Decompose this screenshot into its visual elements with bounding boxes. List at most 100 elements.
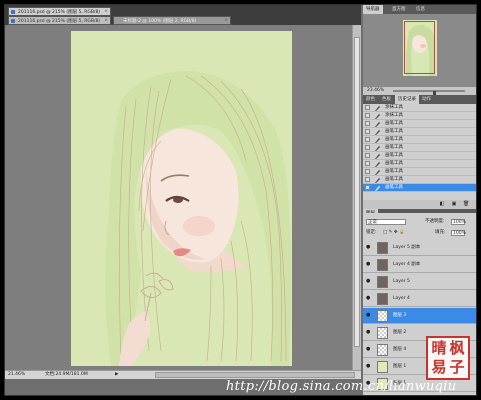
document-tab[interactable]: 201116.psd @ 215% (图层 5, RGB/8) ×	[8, 16, 111, 25]
history-buttons: ◧ ▣ 🗑	[363, 200, 476, 209]
layer-thumbnail	[377, 327, 388, 339]
status-menu-arrow-icon[interactable]: ▶	[115, 371, 118, 379]
layer-thumbnail	[377, 344, 388, 356]
history-source-checkbox[interactable]	[365, 129, 370, 134]
fill-input[interactable]: 100%	[451, 230, 466, 236]
history-item-label: 画笔工具	[385, 185, 403, 190]
history-item[interactable]: 画笔工具	[363, 144, 476, 152]
navigator-zoom-bar: 23.46%	[363, 87, 476, 97]
layer-row[interactable]: ● Layer 4	[363, 291, 476, 307]
layer-thumbnail	[377, 276, 388, 288]
canvas-area[interactable]	[5, 25, 361, 370]
new-snapshot-icon[interactable]: ▣	[451, 201, 457, 207]
layer-name: 图层 1	[393, 364, 407, 369]
navigator-zoom-value[interactable]: 23.46%	[367, 88, 384, 93]
history-source-checkbox[interactable]	[365, 105, 370, 110]
history-item-label: 画笔工具	[385, 129, 403, 134]
zoom-level[interactable]: 21.46%	[8, 371, 25, 379]
history-item-label: 画笔工具	[385, 121, 403, 126]
eye-icon[interactable]: ●	[366, 347, 373, 352]
trash-icon[interactable]: 🗑	[463, 201, 469, 207]
history-source-checkbox[interactable]	[365, 185, 370, 190]
blend-mode-select[interactable]: 正常	[366, 219, 406, 225]
lock-row: 锁定: □ ✎ ✥ 🔒 填充: 100%	[363, 229, 476, 237]
opacity-input[interactable]: 100%	[451, 219, 466, 225]
history-source-checkbox[interactable]	[365, 121, 370, 126]
lock-label: 锁定:	[366, 230, 377, 235]
layer-name: Layer 4 副本	[393, 262, 421, 267]
brush-icon	[375, 161, 381, 167]
history-source-checkbox[interactable]	[365, 113, 370, 118]
history-source-checkbox[interactable]	[365, 169, 370, 174]
history-tabs: 颜色 色板 历史记录 动作	[363, 95, 476, 104]
eye-icon[interactable]: ●	[366, 262, 373, 267]
artwork-canvas[interactable]	[71, 31, 292, 366]
document-tab[interactable]: 未标题-2 @ 100% (图层 2, RGB/8) ×	[113, 16, 231, 25]
eye-icon[interactable]: ●	[366, 296, 373, 301]
history-item[interactable]: 涂抹工具	[363, 104, 476, 112]
layer-row[interactable]: ● Layer 5	[363, 274, 476, 290]
history-source-checkbox[interactable]	[365, 137, 370, 142]
tab-histogram[interactable]: 直方图	[389, 5, 409, 14]
scrollbar-thumb[interactable]	[354, 37, 360, 347]
layer-thumbnail	[377, 310, 388, 322]
seal-char: 易	[431, 358, 447, 376]
eye-icon[interactable]: ●	[366, 364, 373, 369]
opacity-label: 不透明度:	[425, 219, 445, 224]
blog-watermark: http://blog.sina.com.cn/lianwuqiu	[226, 379, 457, 394]
tab-actions[interactable]: 动作	[419, 95, 434, 104]
layer-name: Layer 4	[393, 296, 410, 301]
eye-icon[interactable]: ●	[366, 245, 373, 250]
tab-navigator[interactable]: 导航器	[363, 5, 383, 14]
history-item-label: 涂抹工具	[385, 105, 403, 110]
document-tab[interactable]: 201116.psd @ 215% (图层 5, RGB/8) ×	[8, 7, 111, 16]
close-icon[interactable]: ×	[104, 17, 108, 25]
close-icon[interactable]: ×	[224, 17, 228, 25]
layer-row[interactable]: ● Layer 4 副本	[363, 257, 476, 273]
status-bar: 21.46% 文档:24.9M/181.0M ▶	[5, 370, 361, 379]
brush-icon	[375, 169, 381, 175]
vertical-scrollbar[interactable]	[352, 25, 361, 370]
lock-icons[interactable]: □ ✎ ✥ 🔒	[383, 229, 405, 237]
navigator-thumbnail[interactable]	[403, 20, 437, 76]
zoom-slider[interactable]	[393, 90, 465, 97]
history-item[interactable]: 画笔工具	[363, 176, 476, 184]
history-item[interactable]: 涂抹工具	[363, 112, 476, 120]
layer-row[interactable]: ● 图层 3	[363, 308, 476, 324]
snapshot-icon[interactable]: ◧	[439, 201, 445, 207]
layer-thumbnail	[377, 242, 388, 254]
eye-icon[interactable]: ●	[366, 279, 373, 284]
history-item[interactable]: 画笔工具	[363, 160, 476, 168]
eye-icon[interactable]: ●	[366, 313, 373, 318]
history-item[interactable]: 画笔工具	[363, 128, 476, 136]
history-source-checkbox[interactable]	[365, 153, 370, 158]
seal-char: 晴	[431, 339, 447, 357]
seal-char: 子	[449, 358, 465, 376]
history-item-label: 画笔工具	[385, 177, 403, 182]
history-item-label: 画笔工具	[385, 153, 403, 158]
history-item[interactable]: 画笔工具	[363, 120, 476, 128]
horizontal-scrollbar[interactable]	[155, 372, 355, 378]
history-item[interactable]: 画笔工具	[363, 152, 476, 160]
view-box[interactable]	[404, 21, 435, 74]
tab-history[interactable]: 历史记录	[395, 95, 419, 104]
history-source-checkbox[interactable]	[365, 177, 370, 182]
close-icon[interactable]: ×	[104, 8, 108, 16]
tab-color[interactable]: 颜色	[363, 95, 378, 104]
artist-seal: 晴枫 易子	[426, 336, 470, 380]
history-item[interactable]: 画笔工具	[363, 136, 476, 144]
eye-icon[interactable]: ●	[366, 330, 373, 335]
layer-thumbnail	[377, 361, 388, 373]
tab-info[interactable]: 信息	[413, 5, 428, 14]
brush-icon	[375, 145, 381, 151]
tab-swatches[interactable]: 色板	[379, 95, 394, 104]
history-item[interactable]: 画笔工具	[363, 168, 476, 176]
history-source-checkbox[interactable]	[365, 145, 370, 150]
layer-row[interactable]: ● Layer 5 副本	[363, 240, 476, 256]
document-tab-bar: 201116.psd @ 215% (图层 5, RGB/8) × 201116…	[5, 5, 361, 25]
brush-icon	[375, 153, 381, 159]
photoshop-window: 201116.psd @ 215% (图层 5, RGB/8) × 201116…	[4, 4, 477, 396]
navigator-panel	[363, 14, 476, 87]
history-item[interactable]: 画笔工具	[363, 184, 476, 192]
history-source-checkbox[interactable]	[365, 161, 370, 166]
